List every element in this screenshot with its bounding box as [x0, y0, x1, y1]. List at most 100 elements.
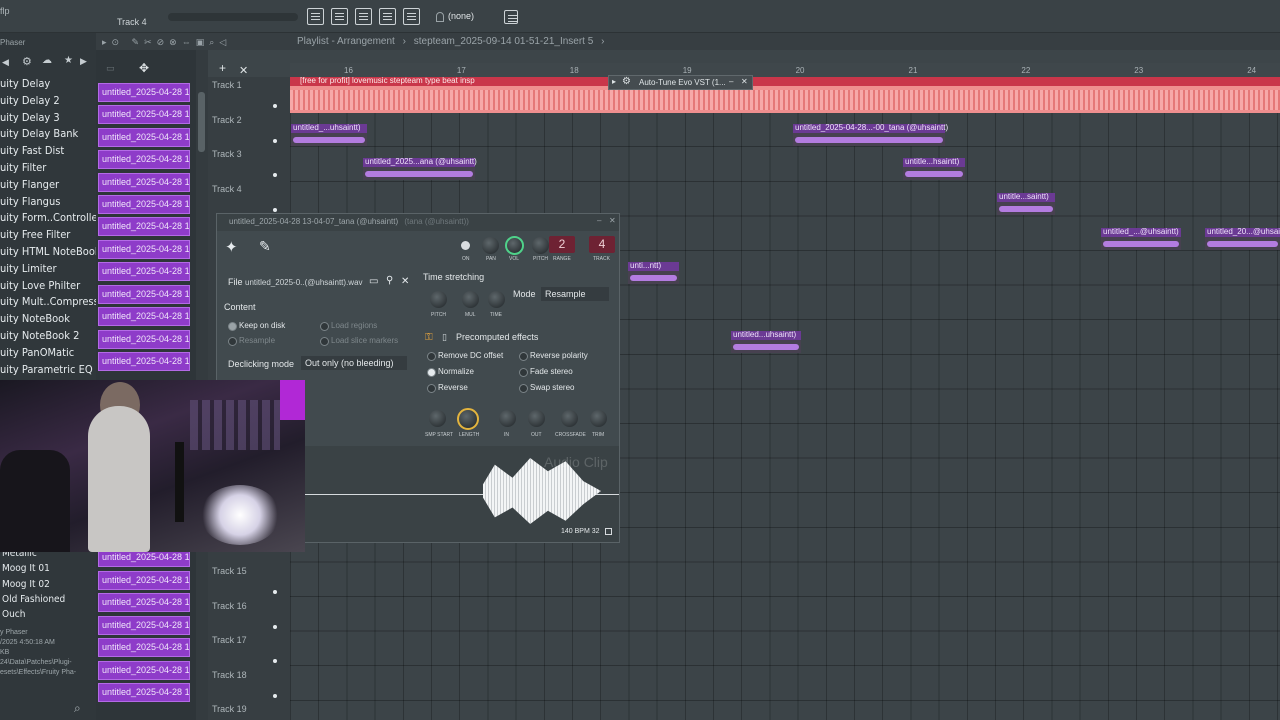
in-knob[interactable]: [499, 410, 516, 427]
browser-item[interactable]: uity Limiter: [0, 262, 57, 275]
browser-item[interactable]: uity Delay 2: [0, 94, 60, 107]
plugin-arrow-icon[interactable]: ▸: [612, 77, 616, 86]
minimize-icon[interactable]: –: [597, 216, 601, 225]
track-mute-dot[interactable]: [273, 104, 277, 108]
settings-icon[interactable]: ⚙: [22, 55, 32, 68]
pattern-selector[interactable]: (none): [448, 11, 474, 21]
cart-icon[interactable]: [504, 10, 518, 24]
browser-item[interactable]: uity Love Philter: [0, 279, 80, 292]
clip-list-item[interactable]: untitled_2025-04-28 13-...: [98, 661, 190, 680]
vol-knob[interactable]: [505, 236, 524, 255]
clip-list-item[interactable]: untitled_2025-04-28 13-...: [98, 173, 190, 192]
track-label[interactable]: Track 4: [212, 184, 242, 194]
clip-list-item[interactable]: untitled_2025-04-28 13-...: [98, 195, 190, 214]
track-label[interactable]: Track 3: [212, 149, 242, 159]
browser-item[interactable]: Moog It 01: [2, 563, 50, 574]
hint-slider[interactable]: [168, 13, 298, 21]
track-mute-dot[interactable]: [273, 138, 277, 143]
move-icon[interactable]: ✥: [139, 61, 149, 75]
browser-item[interactable]: uity NoteBook 2: [0, 329, 79, 342]
clip-list-item[interactable]: untitled_2025-04-28 13-...: [98, 616, 190, 635]
plugin-window-autotune[interactable]: ▸ ⚙ Auto-Tune Evo VST (1... – ✕: [608, 75, 753, 90]
clip-list-item[interactable]: untitled_2025-04-28 13-...: [98, 593, 190, 612]
file-name[interactable]: untitled_2025-0..(@uhsaintt).wav: [245, 278, 363, 287]
channel-rack-icon[interactable]: [355, 8, 372, 25]
track-label[interactable]: Track 18: [212, 670, 247, 680]
back-icon[interactable]: ◀: [2, 57, 9, 68]
audio-clip[interactable]: untitled_...uhsaintt): [291, 123, 367, 146]
browser-item[interactable]: uity Flanger: [0, 178, 59, 191]
browser-item[interactable]: uity Delay 3: [0, 111, 60, 124]
clip-list-item[interactable]: untitled_2025-04-28 13-...: [98, 683, 190, 702]
scrollbar-thumb[interactable]: [198, 92, 205, 152]
pan-knob[interactable]: [482, 237, 499, 254]
audio-clip[interactable]: untitled_2025...ana (@uhsaintt): [363, 157, 477, 180]
timeline-ruler[interactable]: [290, 63, 1280, 77]
pin-icon[interactable]: ⚲: [386, 275, 393, 286]
browser-item[interactable]: uity Filter: [0, 161, 46, 174]
browser-item[interactable]: uity Delay: [0, 77, 50, 90]
clip-list-item[interactable]: untitled_2025-04-28 13-...: [98, 150, 190, 169]
plugin-minimize-icon[interactable]: –: [729, 77, 733, 86]
clip-list-item[interactable]: untitled_2025-04-28 13-...: [98, 128, 190, 147]
resample-radio[interactable]: [228, 337, 237, 346]
browser-item[interactable]: Old Fashioned: [2, 594, 65, 605]
browser-item[interactable]: uity PanOMatic: [0, 346, 74, 359]
keep-on-disk-radio[interactable]: [228, 322, 237, 331]
track-label[interactable]: Track 16: [212, 601, 247, 611]
browser-item[interactable]: uity Delay Bank: [0, 127, 78, 140]
range-value[interactable]: 2: [549, 236, 575, 253]
clip-list-item[interactable]: untitled_2025-04-28 13-...: [98, 240, 190, 259]
audio-clip[interactable]: untitled_20...@uhsaint: [1205, 227, 1280, 250]
waveform-icon[interactable]: ✦: [225, 238, 238, 256]
load-regions-radio[interactable]: [320, 322, 329, 331]
mode-dropdown[interactable]: Resample: [541, 287, 609, 301]
plugin-close-icon[interactable]: ✕: [741, 77, 748, 86]
browser-item[interactable]: Ouch: [2, 609, 25, 620]
browser-item[interactable]: uity Mult..Compressor: [0, 295, 109, 308]
clip-list-item[interactable]: untitled_2025-04-28 13-...: [98, 217, 190, 236]
browser-item[interactable]: uity NoteBook: [0, 312, 70, 325]
clip-list-item[interactable]: untitled_2025-04-28 13-...: [98, 83, 190, 102]
clip-list-item[interactable]: untitled_2025-04-28 13-...: [98, 330, 190, 349]
clip-list-item[interactable]: untitled_2025-04-28 13-...: [98, 571, 190, 590]
browser-item[interactable]: uity Free Filter: [0, 228, 70, 241]
playlist-tools[interactable]: ▸⊙ ✎✂⊘⊗⇔▣⌕◁: [102, 37, 231, 48]
ts-pitch-knob[interactable]: [430, 291, 447, 308]
main-audio-clip[interactable]: [free for profit] lovemusic stepteam typ…: [290, 76, 1280, 113]
browser-item[interactable]: uity HTML NoteBook: [0, 245, 101, 258]
track-mute-dot[interactable]: [273, 693, 277, 698]
sampler-titlebar[interactable]: untitled_2025-04-28 13-04-07_tana (@uhsa…: [217, 214, 619, 231]
declicking-dropdown[interactable]: Out only (no bleeding): [301, 356, 407, 370]
crossfade-knob[interactable]: [561, 410, 578, 427]
add-track-icon[interactable]: +: [219, 61, 226, 75]
length-knob[interactable]: [457, 408, 479, 430]
effect-radio[interactable]: [519, 384, 528, 393]
smp-start-knob[interactable]: [429, 410, 446, 427]
audio-clip[interactable]: untitled...uhsaintt): [731, 330, 801, 353]
audio-clip[interactable]: untitle...saintt): [997, 192, 1055, 215]
track-mute-dot[interactable]: [273, 590, 277, 594]
audio-clip[interactable]: untitled_2025-04-28...-00_tana (@uhsaint…: [793, 123, 948, 146]
wrench-icon[interactable]: ✎: [259, 238, 271, 255]
track-mute-dot[interactable]: [273, 624, 277, 629]
search-icon[interactable]: ⌕: [74, 701, 81, 716]
effect-radio[interactable]: [427, 384, 436, 393]
track-label[interactable]: Track 17: [212, 635, 247, 645]
expand-icon[interactable]: ▶: [80, 56, 87, 67]
folder-icon[interactable]: ▭: [369, 276, 378, 287]
plugin-gear-icon[interactable]: ⚙: [622, 76, 631, 87]
track-mute-dot[interactable]: [273, 207, 277, 212]
clip-list-menu-icon[interactable]: ▭: [106, 63, 115, 74]
browser-item[interactable]: uity Parametric EQ: [0, 363, 93, 376]
sampler-close-icon[interactable]: ✕: [609, 216, 616, 225]
browser-search[interactable]: Phaser: [0, 38, 25, 47]
star-icon[interactable]: ★: [64, 55, 73, 66]
effect-radio[interactable]: [427, 368, 436, 377]
audio-clip[interactable]: untitle...hsaintt): [903, 157, 965, 180]
effect-radio[interactable]: [427, 352, 436, 361]
track-label[interactable]: Track 19: [212, 704, 247, 714]
browser-item[interactable]: uity Form..Controller: [0, 211, 102, 224]
bpm-toggle-icon[interactable]: [605, 528, 612, 535]
track-value[interactable]: 4: [589, 236, 615, 253]
